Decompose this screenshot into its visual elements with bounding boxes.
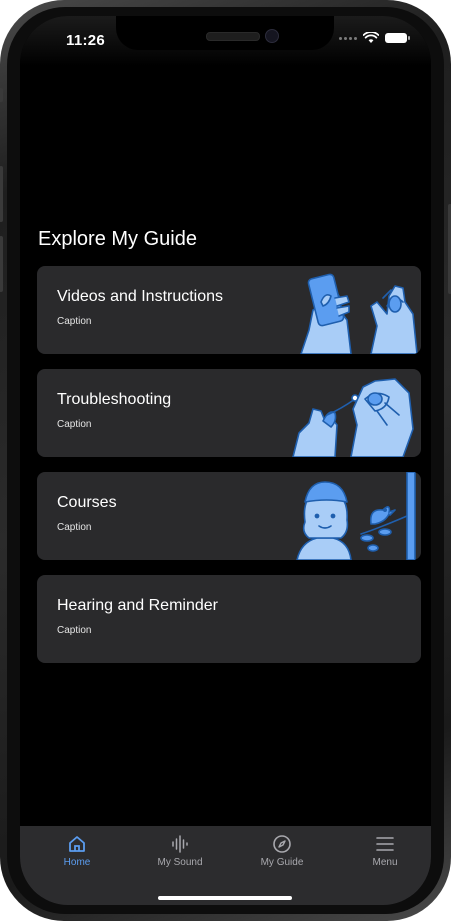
home-indicator[interactable] — [158, 896, 292, 900]
hands-cleaning-hearing-aid-illustration — [292, 378, 414, 457]
card-title: Hearing and Reminder — [57, 597, 218, 614]
woman-bird-branch-illustration — [296, 472, 416, 560]
phone-device-frame: 11:26 Explore My Guide Videos and Instru… — [0, 0, 451, 921]
volume-up-button — [0, 166, 3, 222]
card-caption: Caption — [57, 522, 92, 533]
status-icons — [339, 32, 410, 44]
status-bar: 11:26 — [20, 16, 431, 62]
tab-label: Menu — [372, 857, 398, 868]
camera-notch — [116, 16, 334, 50]
wifi-icon — [363, 32, 379, 43]
menu-icon — [376, 837, 394, 851]
hands-phone-hearing-aid-illustration — [300, 273, 418, 354]
card-caption: Caption — [57, 625, 92, 636]
tab-home[interactable]: Home — [37, 834, 117, 868]
card-title: Troubleshooting — [57, 391, 172, 408]
ring-switch — [0, 88, 3, 102]
card-videos-and-instructions[interactable]: Videos and Instructions Caption — [37, 266, 421, 354]
volume-down-button — [0, 236, 3, 292]
speaker-grille — [206, 32, 260, 41]
front-camera — [265, 29, 279, 43]
tab-label: My Sound — [157, 857, 203, 868]
card-title: Videos and Instructions — [57, 288, 224, 305]
card-caption: Caption — [57, 419, 92, 430]
card-hearing-and-reminder[interactable]: Hearing and Reminder Caption — [37, 575, 421, 663]
card-courses[interactable]: Courses Caption — [37, 472, 421, 560]
card-caption: Caption — [57, 316, 92, 327]
tab-menu[interactable]: Menu — [345, 834, 425, 868]
sound-wave-icon — [172, 835, 188, 853]
tab-my-sound[interactable]: My Sound — [140, 834, 220, 868]
tab-label: My Guide — [260, 857, 304, 868]
cellular-dots-icon — [339, 36, 357, 40]
status-time: 11:26 — [66, 32, 106, 49]
tab-label: Home — [63, 857, 91, 868]
card-title: Courses — [57, 494, 117, 511]
card-troubleshooting[interactable]: Troubleshooting Caption — [37, 369, 421, 457]
battery-icon — [385, 33, 410, 43]
tab-my-guide[interactable]: My Guide — [242, 834, 322, 868]
compass-icon — [273, 835, 291, 853]
section-title: Explore My Guide — [38, 228, 197, 250]
home-icon — [69, 836, 85, 852]
bottom-tab-bar: Home My Sound My Guide Menu — [20, 826, 431, 905]
phone-screen: 11:26 Explore My Guide Videos and Instru… — [20, 16, 431, 905]
